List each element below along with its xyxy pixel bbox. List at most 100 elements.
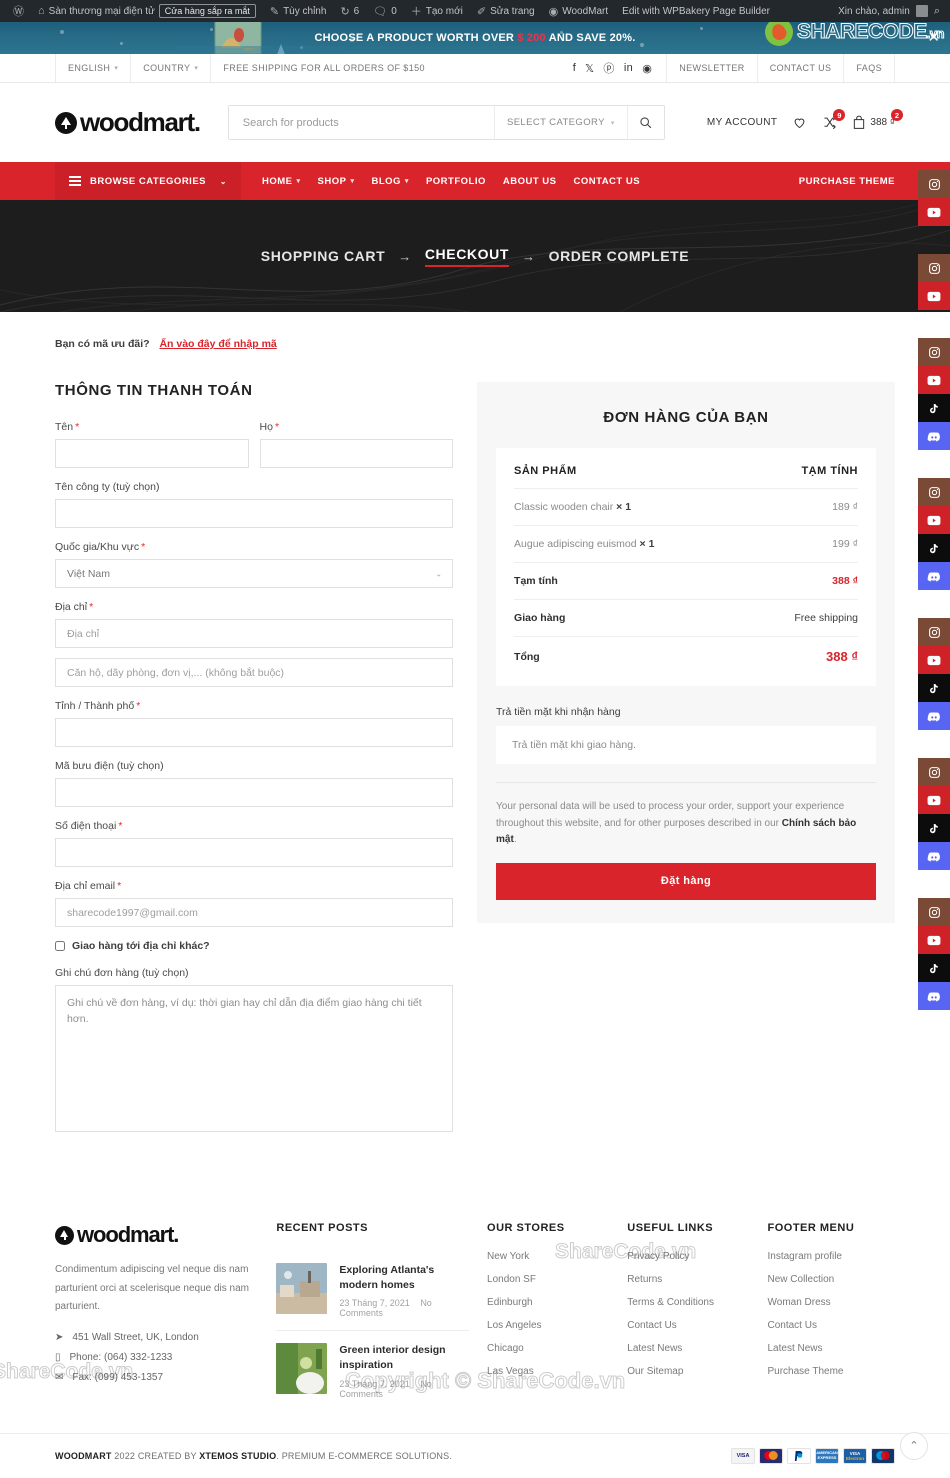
tiktok-icon[interactable] — [918, 674, 950, 702]
country-selector[interactable]: COUNTRY ▾ — [131, 54, 212, 82]
instagram-icon[interactable] — [918, 338, 950, 366]
ship-different-label[interactable]: Giao hàng tới địa chỉ khác? — [72, 940, 210, 952]
instagram-icon[interactable] — [918, 170, 950, 198]
recent-post-item[interactable]: Green interior design inspiration 23 Thá… — [276, 1331, 469, 1410]
phone-input[interactable] — [55, 838, 454, 867]
useful-link[interactable]: Contact Us — [627, 1320, 749, 1331]
tiktok-icon[interactable] — [918, 954, 950, 982]
compare-button[interactable]: 9 — [822, 109, 846, 130]
admin-wpbakery[interactable]: Edit with WPBakery Page Builder — [615, 6, 777, 17]
admin-new[interactable]: ＋ Tạo mới — [404, 3, 470, 19]
admin-updates[interactable]: ↻ 6 — [333, 5, 366, 18]
store-link[interactable]: New York — [487, 1251, 609, 1262]
coupon-toggle-link[interactable]: Ấn vào đây để nhập mã — [159, 338, 276, 350]
purchase-theme-link[interactable]: PURCHASE THEME — [799, 176, 895, 187]
nav-item-home[interactable]: HOME ▾ — [262, 176, 301, 187]
useful-link[interactable]: Terms & Conditions — [627, 1297, 749, 1308]
admin-theme[interactable]: ◉ WoodMart — [542, 5, 616, 18]
useful-link[interactable]: Our Sitemap — [627, 1366, 749, 1377]
my-account-link[interactable]: MY ACCOUNT — [707, 117, 778, 128]
breadcrumb-shopping-cart[interactable]: SHOPPING CART — [261, 248, 385, 264]
instagram-icon[interactable] — [918, 618, 950, 646]
store-link[interactable]: Chicago — [487, 1343, 609, 1354]
admin-comments[interactable]: 🗨 0 — [366, 5, 404, 18]
youtube-icon[interactable] — [918, 646, 950, 674]
nav-item-blog[interactable]: BLOG ▾ — [371, 176, 408, 187]
recent-post-item[interactable]: Exploring Atlanta's modern homes 23 Thán… — [276, 1251, 470, 1332]
youtube-icon[interactable] — [918, 926, 950, 954]
discord-icon[interactable] — [918, 842, 950, 870]
useful-link[interactable]: Returns — [627, 1274, 749, 1285]
x-twitter-icon[interactable]: 𝕏 — [585, 62, 594, 75]
admin-greeting[interactable]: Xin chào, admin — [838, 6, 910, 17]
category-select[interactable]: SELECT CATEGORY ▾ — [493, 106, 627, 139]
store-link[interactable]: Edinburgh — [487, 1297, 609, 1308]
nav-item-portfolio[interactable]: PORTFOLIO — [426, 176, 486, 187]
store-link[interactable]: London SF — [487, 1274, 609, 1285]
search-input[interactable] — [228, 106, 494, 139]
store-link[interactable]: Los Angeles — [487, 1320, 609, 1331]
tiktok-icon[interactable] — [918, 394, 950, 422]
wishlist-button[interactable] — [792, 115, 807, 130]
post-title[interactable]: Green interior design inspiration — [339, 1343, 469, 1372]
admin-site-name[interactable]: ⌂ Sàn thương mại điện tử Cửa hàng sắp ra… — [31, 4, 263, 18]
scroll-to-top-button[interactable]: ⌃ — [900, 1431, 928, 1460]
discord-icon[interactable] — [918, 982, 950, 1010]
wp-logo-icon[interactable]: Ⓦ — [6, 3, 31, 19]
promo-close-icon[interactable]: ✕ — [927, 30, 940, 45]
store-link[interactable]: Las Vegas — [487, 1366, 609, 1377]
address-line1-input[interactable] — [55, 619, 454, 648]
admin-search-icon[interactable]: ⌕ — [934, 5, 940, 18]
contact-us-link[interactable]: CONTACT US — [758, 54, 845, 82]
order-notes-textarea[interactable] — [55, 985, 454, 1132]
postcode-input[interactable] — [55, 778, 454, 807]
search-button[interactable] — [626, 106, 664, 139]
email-input[interactable] — [55, 898, 454, 927]
useful-link[interactable]: Latest News — [627, 1343, 749, 1354]
useful-link[interactable]: Privacy Policy — [627, 1251, 749, 1262]
post-title[interactable]: Exploring Atlanta's modern homes — [339, 1263, 469, 1292]
instagram-icon[interactable] — [918, 758, 950, 786]
youtube-icon[interactable] — [918, 282, 950, 310]
tiktok-icon[interactable] — [918, 534, 950, 562]
discord-icon[interactable] — [918, 702, 950, 730]
coming-soon-pill[interactable]: Cửa hàng sắp ra mắt — [158, 4, 256, 18]
instagram-icon[interactable] — [918, 254, 950, 282]
youtube-icon[interactable] — [918, 366, 950, 394]
nav-item-shop[interactable]: SHOP ▾ — [318, 176, 355, 187]
footer-menu-link[interactable]: Latest News — [768, 1343, 878, 1354]
company-input[interactable] — [55, 499, 454, 528]
pinterest-icon[interactable]: ⓟ — [603, 60, 614, 76]
footer-menu-link[interactable]: Woman Dress — [768, 1297, 878, 1308]
address-line2-input[interactable] — [55, 658, 454, 687]
faqs-link[interactable]: FAQS — [844, 54, 895, 82]
footer-menu-link[interactable]: Purchase Theme — [768, 1366, 878, 1377]
footer-menu-link[interactable]: Contact Us — [768, 1320, 878, 1331]
ship-to-different-address-checkbox[interactable] — [55, 941, 65, 951]
language-selector[interactable]: ENGLISH ▾ — [55, 54, 132, 82]
instagram-icon[interactable] — [918, 898, 950, 926]
linkedin-icon[interactable]: in — [624, 62, 633, 74]
footer-logo[interactable]: woodmart. — [55, 1222, 258, 1248]
cart-button[interactable]: 2 388 ₫ — [852, 109, 903, 130]
nav-item-about-us[interactable]: ABOUT US — [503, 176, 557, 187]
discord-icon[interactable] — [918, 562, 950, 590]
footer-menu-link[interactable]: New Collection — [768, 1274, 878, 1285]
youtube-icon[interactable] — [918, 198, 950, 226]
facebook-icon[interactable]: f — [573, 62, 576, 74]
last-name-input[interactable] — [259, 439, 454, 468]
city-input[interactable] — [55, 718, 454, 747]
first-name-input[interactable] — [55, 439, 249, 468]
nav-item-contact-us[interactable]: CONTACT US — [573, 176, 640, 187]
country-select[interactable] — [55, 559, 454, 588]
site-logo[interactable]: woodmart. — [55, 107, 201, 138]
browse-categories-button[interactable]: BROWSE CATEGORIES ⌄ — [55, 162, 241, 200]
footer-menu-link[interactable]: Instagram profile — [768, 1251, 878, 1262]
youtube-icon[interactable] — [918, 786, 950, 814]
place-order-button[interactable]: Đặt hàng — [496, 862, 876, 900]
youtube-icon[interactable] — [918, 506, 950, 534]
admin-customize[interactable]: ✎ Tùy chỉnh — [263, 5, 334, 18]
tiktok-icon[interactable] — [918, 814, 950, 842]
admin-edit-page[interactable]: ✐ Sửa trang — [470, 5, 542, 18]
telegram-icon[interactable]: ◉ — [642, 62, 652, 75]
